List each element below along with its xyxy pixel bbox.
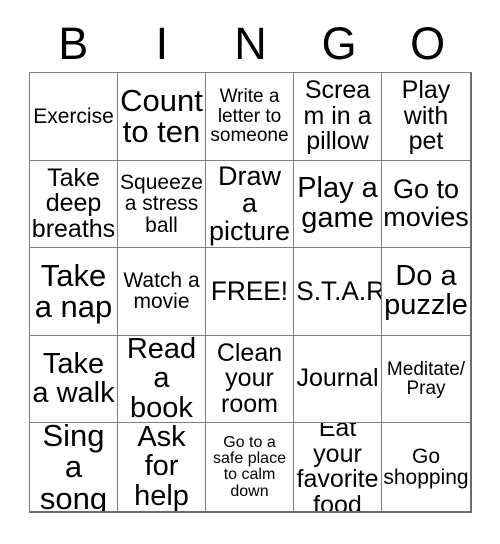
bingo-square-label: Watch a movie — [123, 269, 200, 314]
bingo-grid: Exercise Count to ten Write a letter to so… — [29, 72, 472, 513]
bingo-square[interactable]: Go shopping — [382, 423, 470, 511]
bingo-square-label: Take a walk — [32, 347, 115, 410]
bingo-square-label: Go to movies — [383, 174, 469, 232]
bingo-square[interactable]: Do a puzzle — [382, 248, 470, 336]
bingo-square[interactable]: Sing a song — [30, 423, 118, 511]
bingo-square[interactable]: Read a book — [118, 335, 206, 424]
bingo-square-label: Read a book — [126, 335, 197, 424]
bingo-square[interactable]: S.T.A.R — [294, 248, 382, 336]
bingo-square-label: Do a puzzle — [384, 259, 468, 322]
bingo-header-letter-n: N — [234, 18, 267, 69]
bingo-square[interactable]: Draw a picture — [206, 160, 294, 249]
bingo-square-label: Play with pet — [401, 76, 451, 156]
bingo-square-label: FREE! — [210, 275, 289, 306]
bingo-square-label: Meditate/ Pray — [386, 358, 466, 400]
bingo-header-letter-g: G — [321, 18, 357, 69]
bingo-header-letter-o: O — [410, 18, 446, 69]
bingo-square[interactable]: Scream in a pillow — [294, 73, 382, 161]
bingo-square-label: Go shopping — [383, 444, 469, 490]
bingo-square[interactable]: Count to ten — [118, 73, 206, 161]
bingo-square[interactable]: Eat your favorite food — [294, 423, 382, 511]
bingo-square[interactable]: Watch a movie — [118, 248, 206, 336]
bingo-square[interactable]: Write a letter to someone — [206, 73, 294, 161]
bingo-square-label: Ask for help — [134, 423, 189, 511]
bingo-square[interactable]: Exercise — [30, 73, 118, 161]
bingo-square[interactable]: Go to movies — [382, 160, 470, 249]
bingo-square[interactable]: Play with pet — [382, 73, 470, 161]
bingo-square-label: Take a nap — [34, 257, 113, 325]
bingo-square-label: Scream in a pillow — [303, 76, 372, 156]
bingo-square-label: Take deep breaths — [31, 163, 116, 243]
bingo-square-label: S.T.A.R — [296, 275, 382, 306]
bingo-square[interactable]: Take a nap — [30, 248, 118, 336]
bingo-square[interactable]: Go to a safe place to calm down — [206, 423, 294, 511]
bingo-square[interactable]: Take deep breaths — [30, 160, 118, 249]
bingo-header-row: B I N G O — [29, 15, 472, 72]
bingo-square-label: Go to a safe place to calm down — [213, 433, 286, 500]
bingo-square[interactable]: Ask for help — [118, 423, 206, 511]
bingo-square[interactable]: Squeeze a stress ball — [118, 160, 206, 249]
bingo-square-label: Write a letter to someone — [210, 86, 289, 146]
bingo-square-label: Exercise — [33, 104, 114, 128]
bingo-square[interactable]: Clean your room — [206, 335, 294, 424]
bingo-square-label: Eat your favorite food — [296, 423, 379, 511]
bingo-free-space[interactable]: FREE! — [206, 248, 294, 336]
bingo-square[interactable]: Take a walk — [30, 335, 118, 424]
bingo-square[interactable]: Play a game — [294, 160, 382, 249]
bingo-square-label: Play a game — [297, 172, 378, 234]
bingo-header-letter-i: I — [155, 18, 169, 69]
bingo-square[interactable]: Journal — [294, 335, 382, 424]
bingo-square-label: Sing a song — [39, 423, 108, 511]
bingo-square-label: Squeeze a stress ball — [120, 170, 203, 237]
bingo-square[interactable]: Meditate/ Pray — [382, 335, 470, 424]
bingo-card: B I N G O Exercise Count to ten Write a le… — [0, 0, 500, 544]
bingo-square-label: Clean your room — [216, 338, 283, 418]
bingo-square-label: Draw a picture — [208, 160, 291, 246]
bingo-square-label: Count to ten — [120, 82, 203, 150]
bingo-header-letter-b: B — [58, 18, 89, 69]
bingo-square-label: Journal — [296, 364, 379, 393]
